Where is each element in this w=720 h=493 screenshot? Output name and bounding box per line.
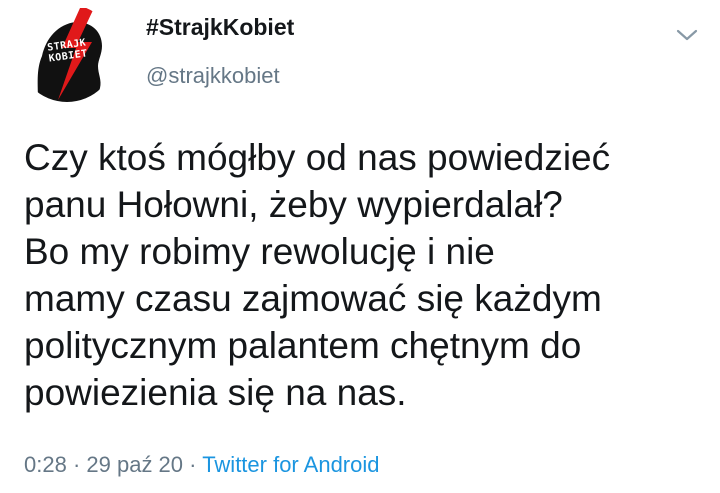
tweet-text-line: mamy czasu zajmować się każdym: [24, 278, 602, 319]
tweet-text-line: politycznym palantem chętnym do: [24, 325, 582, 366]
tweet-source-link[interactable]: Twitter for Android: [202, 452, 379, 477]
tweet-text: Czy ktoś mógłby od nas powiedzieć panu H…: [24, 134, 704, 416]
tweet-date[interactable]: 29 paź 20: [86, 452, 183, 477]
author-handle[interactable]: @strajkkobiet: [146, 63, 280, 89]
tweet-time[interactable]: 0:28: [24, 452, 67, 477]
tweet-text-line: Bo my robimy rewolucję i nie: [24, 231, 495, 272]
avatar[interactable]: STRAJK KOBIET: [18, 4, 116, 102]
author-display-name[interactable]: #StrajkKobiet: [146, 14, 294, 41]
chevron-down-icon[interactable]: [676, 28, 698, 42]
tweet-meta: 0:28 · 29 paź 20 · Twitter for Android: [24, 452, 380, 478]
meta-separator: ·: [66, 452, 87, 477]
meta-separator: ·: [183, 452, 203, 477]
tweet-text-line: Czy ktoś mógłby od nas powiedzieć: [24, 137, 611, 178]
tweet-card: STRAJK KOBIET #StrajkKobiet @strajkkobie…: [0, 0, 720, 493]
tweet-text-line: powiezienia się na nas.: [24, 372, 407, 413]
tweet-text-line: panu Hołowni, żeby wypierdalał?: [24, 184, 563, 225]
